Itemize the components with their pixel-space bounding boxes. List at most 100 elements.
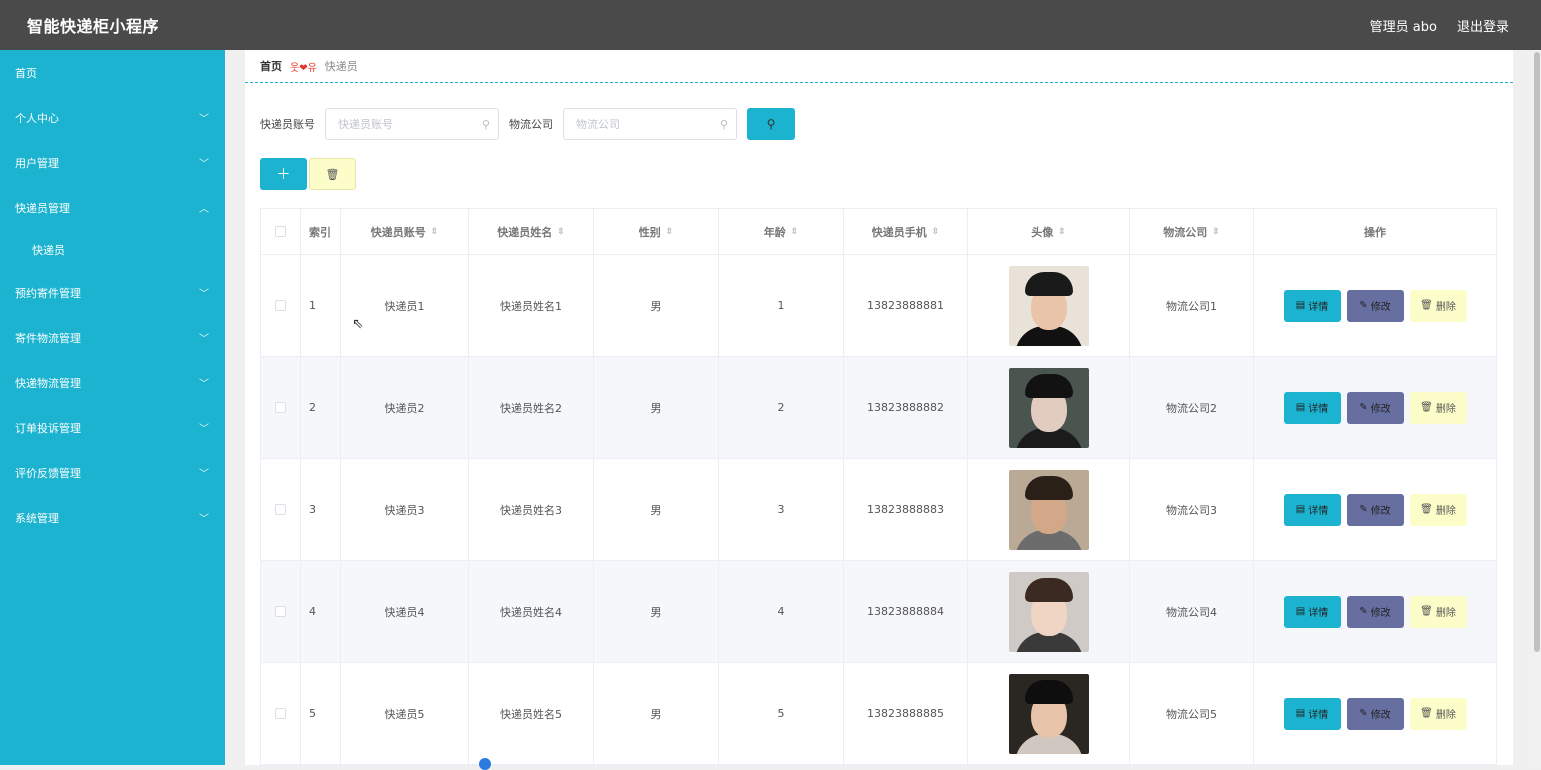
checkbox[interactable] xyxy=(275,300,286,311)
sidebar-item-booking[interactable]: 预约寄件管理 ﹀ xyxy=(0,270,225,315)
checkbox[interactable] xyxy=(275,504,286,515)
pencil-icon: ✎ xyxy=(1359,708,1368,719)
sidebar-subitem-courier[interactable]: 快递员 xyxy=(0,230,225,270)
sort-icon[interactable]: ⇳ xyxy=(557,227,565,237)
header-phone[interactable]: 快递员手机 ⇳ xyxy=(844,209,968,254)
add-button[interactable]: ＋ xyxy=(260,158,307,190)
sidebar-item-profile[interactable]: 个人中心 ﹀ xyxy=(0,95,225,140)
sort-icon[interactable]: ⇳ xyxy=(932,227,940,237)
cell-avatar xyxy=(968,663,1130,764)
cell-phone: 13823888885 xyxy=(844,663,968,764)
sidebar-item-express-logistics[interactable]: 快递物流管理 ﹀ xyxy=(0,360,225,405)
avatar[interactable] xyxy=(1008,367,1089,448)
company-search-field[interactable]: ⚲ xyxy=(563,108,737,140)
delete-button[interactable]: 🗑 删除 xyxy=(1409,697,1467,730)
delete-button[interactable]: 🗑 删除 xyxy=(1409,391,1467,424)
cell-sex: 男 xyxy=(594,561,719,662)
cell-account: 快递员5 xyxy=(341,663,469,764)
sort-icon[interactable]: ⇳ xyxy=(666,227,674,237)
cell-age: 3 xyxy=(719,459,844,560)
checkbox[interactable] xyxy=(275,606,286,617)
delete-button[interactable]: 🗑 删除 xyxy=(1409,493,1467,526)
search-button[interactable]: ⚲ xyxy=(747,108,795,140)
edit-button[interactable]: ✎ 修改 xyxy=(1346,697,1404,730)
header-age[interactable]: 年龄 ⇳ xyxy=(719,209,844,254)
sidebar-item-label: 用户管理 xyxy=(15,156,59,170)
row-select[interactable] xyxy=(261,357,301,458)
cell-account: 快递员3 xyxy=(341,459,469,560)
row-select[interactable] xyxy=(261,663,301,764)
sort-icon[interactable]: ⇳ xyxy=(1212,227,1220,237)
avatar[interactable] xyxy=(1008,469,1089,550)
detail-button[interactable]: ▤ 详情 xyxy=(1283,391,1341,424)
header-select-all[interactable] xyxy=(261,209,301,254)
checkbox[interactable] xyxy=(275,226,286,237)
edit-button[interactable]: ✎ 修改 xyxy=(1346,391,1404,424)
chevron-down-icon: ﹀ xyxy=(199,424,209,435)
sidebar-item-label: 快递员 xyxy=(32,244,65,257)
header-account[interactable]: 快递员账号 ⇳ xyxy=(341,209,469,254)
avatar[interactable] xyxy=(1008,265,1089,346)
search-icon: ⚲ xyxy=(719,117,728,131)
account-search-input[interactable] xyxy=(338,117,468,131)
header-company[interactable]: 物流公司 ⇳ xyxy=(1130,209,1254,254)
sidebar-item-feedback[interactable]: 评价反馈管理 ﹀ xyxy=(0,450,225,495)
sidebar-item-complaints[interactable]: 订单投诉管理 ﹀ xyxy=(0,405,225,450)
breadcrumb: 首页 웃❤유 快递员 xyxy=(245,50,1513,83)
header-index: 索引 xyxy=(301,209,341,254)
delete-button[interactable]: 🗑 删除 xyxy=(1409,289,1467,322)
sidebar-item-courier-management[interactable]: 快递员管理 ︿ xyxy=(0,185,225,230)
sidebar-item-home[interactable]: 首页 xyxy=(0,50,225,95)
account-search-label: 快递员账号 xyxy=(260,118,315,131)
row-select[interactable] xyxy=(261,255,301,356)
batch-delete-button[interactable]: 🗑 xyxy=(309,158,356,190)
edit-button[interactable]: ✎ 修改 xyxy=(1346,493,1404,526)
company-search-input[interactable] xyxy=(576,117,706,131)
header-avatar[interactable]: 头像 ⇳ xyxy=(968,209,1130,254)
sort-icon[interactable]: ⇳ xyxy=(791,227,799,237)
cell-sex: 男 xyxy=(594,663,719,764)
app-title: 智能快递柜小程序 xyxy=(27,17,160,36)
row-select[interactable] xyxy=(261,459,301,560)
page-scrollbar[interactable] xyxy=(1533,50,1541,765)
chevron-up-icon: ︿ xyxy=(199,204,209,215)
detail-button[interactable]: ▤ 详情 xyxy=(1283,289,1341,322)
avatar[interactable] xyxy=(1008,571,1089,652)
checkbox[interactable] xyxy=(275,708,286,719)
avatar[interactable] xyxy=(1008,673,1089,754)
cell-company: 物流公司3 xyxy=(1130,459,1254,560)
trash-icon: 🗑 xyxy=(1420,402,1433,413)
cell-company: 物流公司1 xyxy=(1130,255,1254,356)
scrollbar-thumb[interactable] xyxy=(1534,52,1540,652)
sidebar-item-send-logistics[interactable]: 寄件物流管理 ﹀ xyxy=(0,315,225,360)
cell-operations: ▤ 详情 ✎ 修改 🗑 删除 xyxy=(1254,459,1496,560)
logout-link[interactable]: 退出登录 xyxy=(1457,16,1509,35)
edit-button[interactable]: ✎ 修改 xyxy=(1346,595,1404,628)
sidebar-item-users[interactable]: 用户管理 ﹀ xyxy=(0,140,225,185)
sidebar-item-label: 评价反馈管理 xyxy=(15,466,81,480)
sidebar-item-label: 快递员管理 xyxy=(15,201,70,215)
sidebar-item-label: 个人中心 xyxy=(15,111,59,125)
document-icon: ▤ xyxy=(1295,402,1306,413)
detail-button[interactable]: ▤ 详情 xyxy=(1283,493,1341,526)
cell-avatar xyxy=(968,255,1130,356)
account-search-field[interactable]: ⚲ xyxy=(325,108,499,140)
sort-icon[interactable]: ⇳ xyxy=(431,227,439,237)
sort-icon[interactable]: ⇳ xyxy=(1058,227,1066,237)
document-icon: ▤ xyxy=(1295,708,1306,719)
header-name[interactable]: 快递员姓名 ⇳ xyxy=(469,209,594,254)
checkbox[interactable] xyxy=(275,402,286,413)
trash-icon: 🗑 xyxy=(1420,300,1433,311)
table-row: 1 快递员1 快递员姓名1 男 1 13823888881 物流公司1 ▤ 详情 … xyxy=(261,255,1496,357)
breadcrumb-home[interactable]: 首页 xyxy=(260,58,282,74)
cell-operations: ▤ 详情 ✎ 修改 🗑 删除 xyxy=(1254,663,1496,764)
sidebar-item-label: 首页 xyxy=(15,66,37,80)
detail-button[interactable]: ▤ 详情 xyxy=(1283,595,1341,628)
header-operations: 操作 xyxy=(1364,225,1386,239)
sidebar-item-system[interactable]: 系统管理 ﹀ xyxy=(0,495,225,540)
delete-button[interactable]: 🗑 删除 xyxy=(1409,595,1467,628)
header-sex[interactable]: 性别 ⇳ xyxy=(594,209,719,254)
row-select[interactable] xyxy=(261,561,301,662)
edit-button[interactable]: ✎ 修改 xyxy=(1346,289,1404,322)
detail-button[interactable]: ▤ 详情 xyxy=(1283,697,1341,730)
